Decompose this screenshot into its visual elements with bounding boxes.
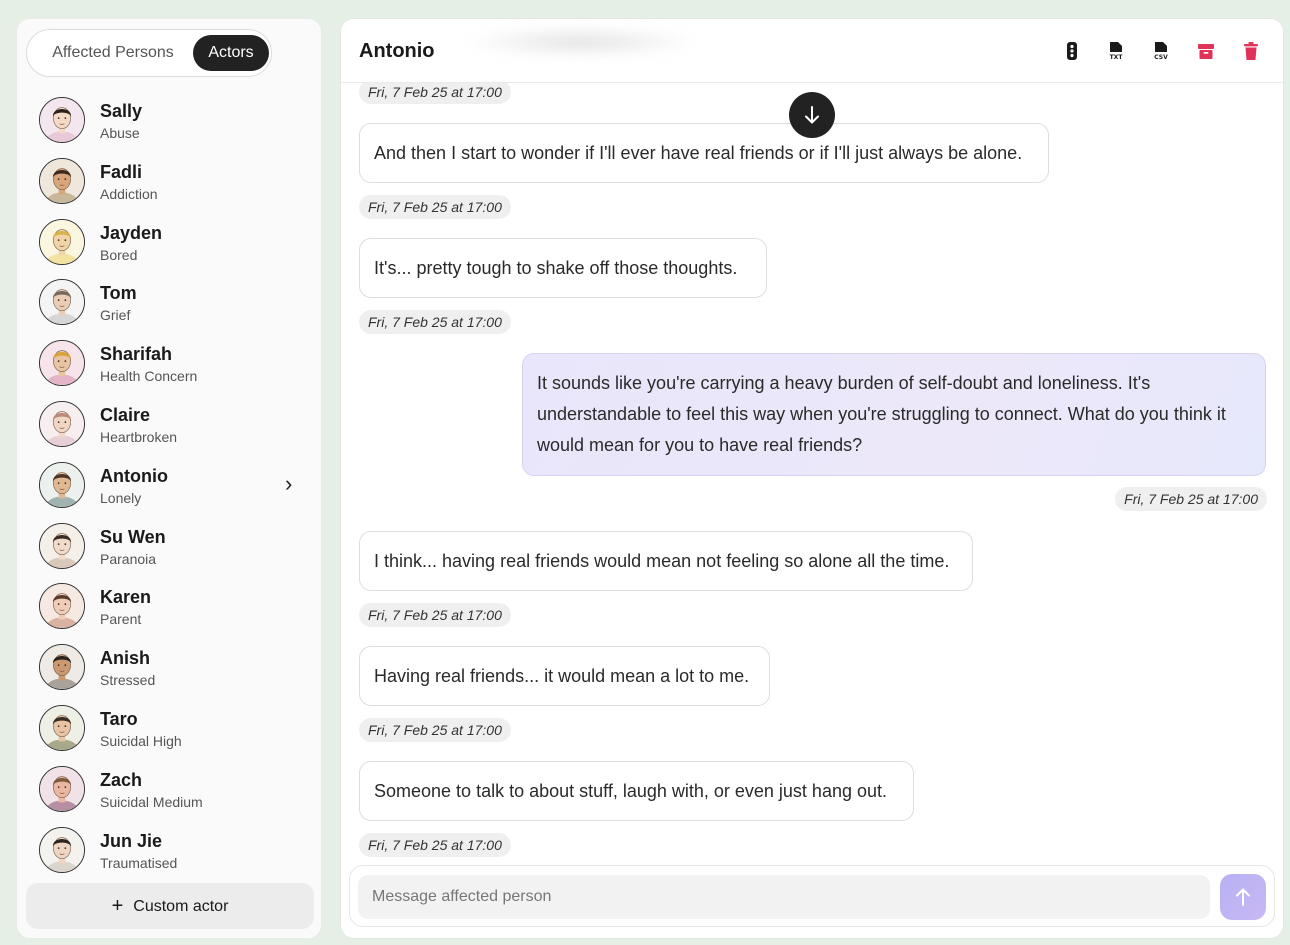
actor-item[interactable]: Anish Stressed	[17, 640, 323, 701]
actor-list: Sally Abuse Fadli Addiction Jayden Bored Tom Gr…	[17, 93, 323, 883]
actor-tag: Heartbroken	[100, 428, 178, 445]
arrow-down-icon	[805, 106, 819, 124]
avatar	[39, 400, 85, 447]
custom-actor-button[interactable]: + Custom actor	[26, 883, 314, 929]
plus-icon: +	[111, 895, 124, 917]
message-timestamp: Fri, 7 Feb 25 at 17:00	[1115, 487, 1267, 511]
message-timestamp: Fri, 7 Feb 25 at 17:00	[359, 310, 511, 334]
actor-item[interactable]: Fadli Addiction	[17, 154, 323, 215]
actor-name: Jun Jie	[100, 830, 163, 851]
actor-name: Claire	[100, 404, 151, 425]
actor-item[interactable]: Karen Parent	[17, 579, 323, 640]
tab-affected-persons[interactable]: Affected Persons	[33, 35, 193, 71]
user-message-bubble: It sounds like you're carrying a heavy b…	[522, 353, 1266, 476]
actor-tag: Addiction	[100, 185, 158, 202]
avatar	[39, 522, 85, 569]
avatar	[39, 218, 85, 265]
message-line: It sounds like you're carrying a heavy b…	[537, 373, 1151, 393]
txt-label: TXT	[1110, 54, 1124, 61]
actor-message-bubble: And then I start to wonder if I'll ever …	[359, 123, 1049, 183]
actor-name: Anish	[100, 648, 151, 669]
actor-item[interactable]: Sally Abuse	[17, 93, 323, 154]
actor-name: Taro	[100, 708, 138, 729]
arrow-up-icon	[1236, 888, 1250, 906]
actor-tag: Lonely	[100, 489, 142, 506]
message-list[interactable]: Fri, 7 Feb 25 at 17:00 And then I start t…	[341, 80, 1283, 873]
actor-tag: Paranoia	[100, 550, 157, 567]
message-timestamp: Fri, 7 Feb 25 at 17:00	[359, 833, 511, 857]
download-txt-icon[interactable]: TXT	[1105, 40, 1127, 62]
avatar	[39, 157, 85, 204]
actor-item[interactable]: Jayden Bored	[17, 215, 323, 276]
actor-tag: Parent	[100, 611, 142, 628]
actor-item[interactable]: Claire Heartbroken	[17, 397, 323, 458]
segmented-control: Affected Persons Actors	[26, 29, 272, 77]
message-timestamp: Fri, 7 Feb 25 at 17:00	[359, 603, 511, 627]
actor-name: Su Wen	[100, 526, 166, 547]
avatar	[39, 765, 85, 812]
actor-name: Sharifah	[100, 344, 173, 365]
avatar	[39, 826, 85, 873]
actor-name: Fadli	[100, 161, 143, 182]
actor-tag: Traumatised	[100, 854, 178, 871]
chat-title: Antonio	[359, 40, 435, 62]
actor-tag: Abuse	[100, 125, 140, 141]
actor-name: Jayden	[100, 222, 163, 243]
avatar	[39, 704, 85, 751]
actor-message-bubble: It's... pretty tough to shake off those …	[359, 238, 767, 298]
actor-name: Antonio	[100, 465, 168, 486]
trash-icon[interactable]	[1240, 40, 1262, 62]
actor-tag: Health Concern	[100, 368, 198, 385]
message-composer	[349, 865, 1275, 927]
actor-item[interactable]: Su Wen Paranoia	[17, 519, 323, 580]
message-line: understandable to feel this way when you…	[537, 404, 1226, 424]
actor-message-bubble: Someone to talk to about stuff, laugh wi…	[359, 761, 914, 821]
download-csv-icon[interactable]: CSV	[1150, 40, 1172, 62]
actor-item[interactable]: Antonio Lonely ›	[17, 458, 323, 519]
avatar	[39, 340, 85, 387]
actor-name: Tom	[100, 283, 137, 304]
actor-tag: Grief	[100, 307, 131, 324]
chat-panel: Antonio TXT CSV Fri, 7 Feb 25 at 17:00 An…	[340, 18, 1284, 939]
actor-name: Zach	[100, 769, 143, 790]
sidebar: Affected Persons Actors Sally Abuse Fadli A…	[16, 18, 322, 939]
actor-message-bubble: Having real friends... it would mean a l…	[359, 646, 770, 706]
actor-item[interactable]: Tom Grief	[17, 275, 323, 336]
actor-tag: Suicidal High	[100, 732, 182, 749]
custom-actor-label: Custom actor	[133, 898, 229, 915]
message-timestamp: Fri, 7 Feb 25 at 17:00	[359, 80, 511, 104]
avatar	[39, 279, 85, 326]
actor-item[interactable]: Jun Jie Traumatised	[17, 823, 323, 884]
chat-header: Antonio TXT CSV	[341, 19, 1283, 83]
actor-item[interactable]: Zach Suicidal Medium	[17, 762, 323, 823]
chevron-right-icon: ›	[285, 470, 293, 496]
message-timestamp: Fri, 7 Feb 25 at 17:00	[359, 718, 511, 742]
tab-actors[interactable]: Actors	[193, 35, 269, 71]
message-line: would mean for you to have real friends?	[537, 435, 863, 455]
actor-item[interactable]: Taro Suicidal High	[17, 701, 323, 762]
traffic-light-icon[interactable]	[1061, 40, 1083, 62]
actor-tag: Bored	[100, 246, 138, 263]
message-timestamp: Fri, 7 Feb 25 at 17:00	[359, 195, 511, 219]
csv-label: CSV	[1154, 54, 1168, 61]
scroll-down-button[interactable]	[789, 92, 835, 138]
avatar	[39, 97, 85, 143]
actor-item[interactable]: Sharifah Health Concern	[17, 336, 323, 397]
message-input[interactable]	[358, 875, 1210, 919]
archive-icon[interactable]	[1195, 40, 1217, 62]
send-button[interactable]	[1220, 874, 1266, 920]
actor-message-bubble: I think... having real friends would mea…	[359, 531, 973, 591]
avatar	[39, 583, 85, 630]
actor-tag: Stressed	[100, 672, 156, 689]
actor-name: Karen	[100, 587, 152, 608]
avatar	[39, 644, 85, 691]
actor-tag: Suicidal Medium	[100, 793, 203, 810]
header-blur-decoration	[461, 27, 701, 57]
actor-name: Sally	[100, 101, 143, 121]
avatar	[39, 461, 85, 508]
